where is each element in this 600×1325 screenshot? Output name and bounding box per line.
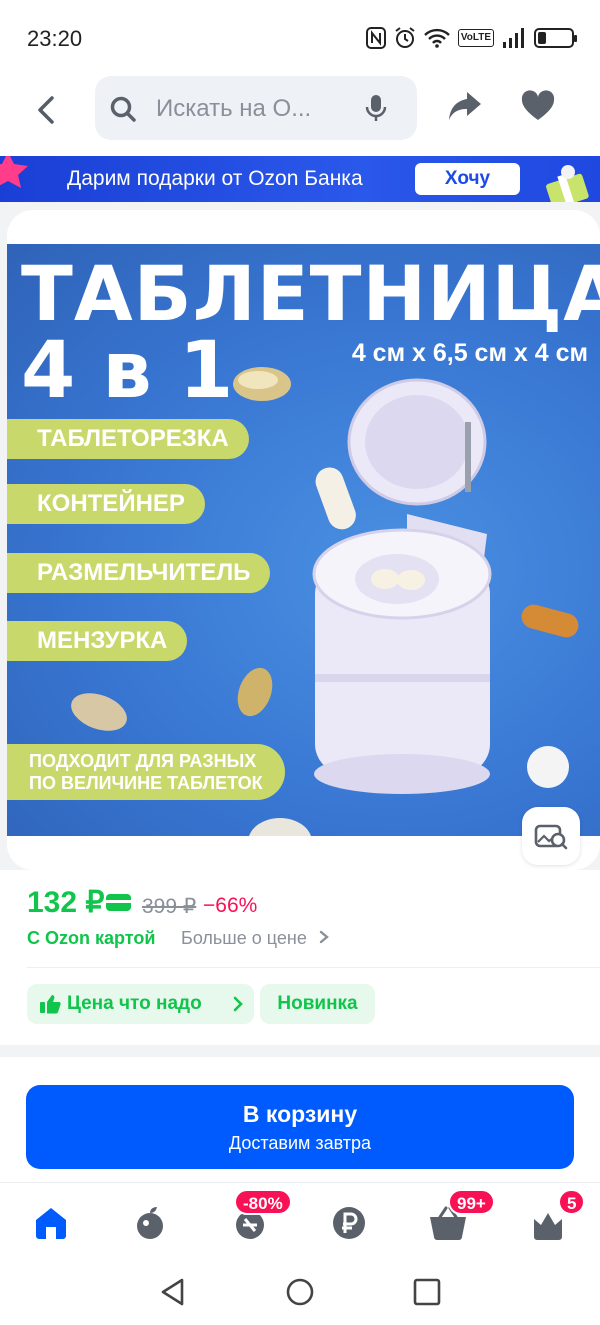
search-icon (109, 95, 137, 128)
status-icons: VoLTE (365, 26, 577, 50)
feature-label: МЕНЗУРКА (7, 621, 188, 661)
heart-icon (521, 90, 555, 120)
system-back-icon[interactable] (158, 1277, 188, 1307)
star-decoration-icon (0, 156, 28, 188)
image-search-icon (534, 824, 568, 850)
pill-decoration (71, 693, 127, 731)
note-line-2: ПО ВЕЛИЧИНЕ ТАБЛЕТОК (29, 773, 263, 793)
back-button[interactable] (26, 90, 66, 130)
feature-label: ТАБЛЕТОРЕЗКА (7, 419, 249, 459)
system-nav-bar (0, 1257, 600, 1325)
current-price: 132 ₽ (27, 886, 105, 919)
visual-search-button[interactable] (522, 807, 580, 865)
more-price-link[interactable]: Больше о цене (181, 928, 330, 949)
wifi-icon (423, 26, 450, 50)
status-time: 23:20 (27, 26, 83, 51)
nav-fresh[interactable] (128, 1201, 172, 1245)
old-price: 399 ₽ (142, 895, 197, 918)
new-badge: Новинка (260, 984, 375, 1024)
nav-finance[interactable] (327, 1201, 371, 1245)
nav-badge-profile: 5 (558, 1189, 586, 1215)
ruble-icon (333, 1207, 365, 1239)
bottom-nav: -80% 99+ 5 (0, 1182, 600, 1257)
favorite-button[interactable] (520, 90, 560, 130)
home-icon (36, 1208, 66, 1239)
system-home-icon[interactable] (285, 1277, 315, 1307)
image-size: 4 см x 6,5 см x 4 см (351, 339, 588, 367)
ozon-card-icon (106, 894, 131, 911)
section-gap (0, 1045, 600, 1057)
pill-decoration (521, 604, 579, 638)
battery-level (538, 32, 546, 44)
price-ok-badge[interactable]: Цена что надо (27, 984, 254, 1024)
search-header: Искать на О... (0, 74, 600, 156)
share-icon (449, 92, 481, 120)
pill-decoration (315, 467, 356, 530)
search-placeholder: Искать на О... (156, 95, 312, 122)
status-bar: 23:20 VoLTE (0, 0, 600, 74)
divider (27, 967, 600, 968)
thumbs-up-icon (40, 995, 61, 1014)
nfc-icon (365, 26, 386, 50)
promo-text: Дарим подарки от Ozon Банка (67, 167, 363, 190)
image-subtitle: 4 в 1 (21, 326, 234, 416)
volte-icon: VoLTE (457, 29, 494, 47)
product-image-card[interactable]: ТАБЛЕТНИЦА 4 в 1 4 см x 6,5 см x 4 см ТА… (7, 210, 600, 870)
nav-home[interactable] (29, 1201, 73, 1245)
price-ok-label: Цена что надо (67, 993, 202, 1014)
fresh-icon (137, 1207, 163, 1239)
nav-badge-sale: -80% (234, 1189, 292, 1215)
battery-icon (534, 28, 577, 48)
pill-decoration (527, 746, 569, 788)
product-gallery-area: ТАБЛЕТНИЦА 4 в 1 4 см x 6,5 см x 4 см ТА… (0, 202, 600, 870)
price-section: 132 ₽ 399 ₽ −66% С Ozon картой Больше о … (0, 870, 600, 1045)
chevron-right-icon (319, 930, 329, 944)
pill-decoration (233, 367, 291, 401)
discount: −66% (203, 894, 258, 917)
search-input[interactable]: Искать на О... (95, 76, 417, 140)
back-arrow-icon (38, 96, 54, 124)
gift-icon (546, 165, 589, 202)
chevron-right-icon (233, 996, 243, 1012)
image-title: ТАБЛЕТНИЦА (21, 249, 600, 338)
alarm-icon (394, 26, 416, 50)
system-recents-icon[interactable] (412, 1277, 442, 1307)
microphone-icon[interactable] (365, 94, 387, 127)
signal-icon (502, 26, 526, 50)
feature-label: КОНТЕЙНЕР (7, 484, 205, 524)
note-line-1: ПОДХОДИТ ДЛЯ РАЗНЫХ (29, 751, 257, 771)
more-price-label: Больше о цене (181, 928, 307, 948)
nav-badge-cart: 99+ (448, 1189, 495, 1215)
pill-decoration (237, 667, 273, 717)
ozon-card-label: С Ozon картой (27, 928, 156, 948)
promo-banner[interactable]: Дарим подарки от Ozon Банка Хочу (0, 156, 600, 202)
add-to-cart-button[interactable]: В корзину Доставим завтра (26, 1085, 574, 1169)
feature-label: РАЗМЕЛЬЧИТЕЛЬ (7, 553, 271, 593)
cart-area: В корзину Доставим завтра (0, 1057, 600, 1182)
share-button[interactable] (447, 90, 487, 130)
product-image[interactable]: ТАБЛЕТНИЦА 4 в 1 4 см x 6,5 см x 4 см ТА… (7, 244, 600, 836)
note-label: ПОДХОДИТ ДЛЯ РАЗНЫХ ПО ВЕЛИЧИНЕ ТАБЛЕТОК (7, 744, 285, 800)
cart-button-title: В корзину (242, 1101, 358, 1127)
promo-button[interactable]: Хочу (415, 163, 520, 195)
pill-decoration (249, 818, 311, 836)
cart-button-subtitle: Доставим завтра (228, 1133, 372, 1153)
